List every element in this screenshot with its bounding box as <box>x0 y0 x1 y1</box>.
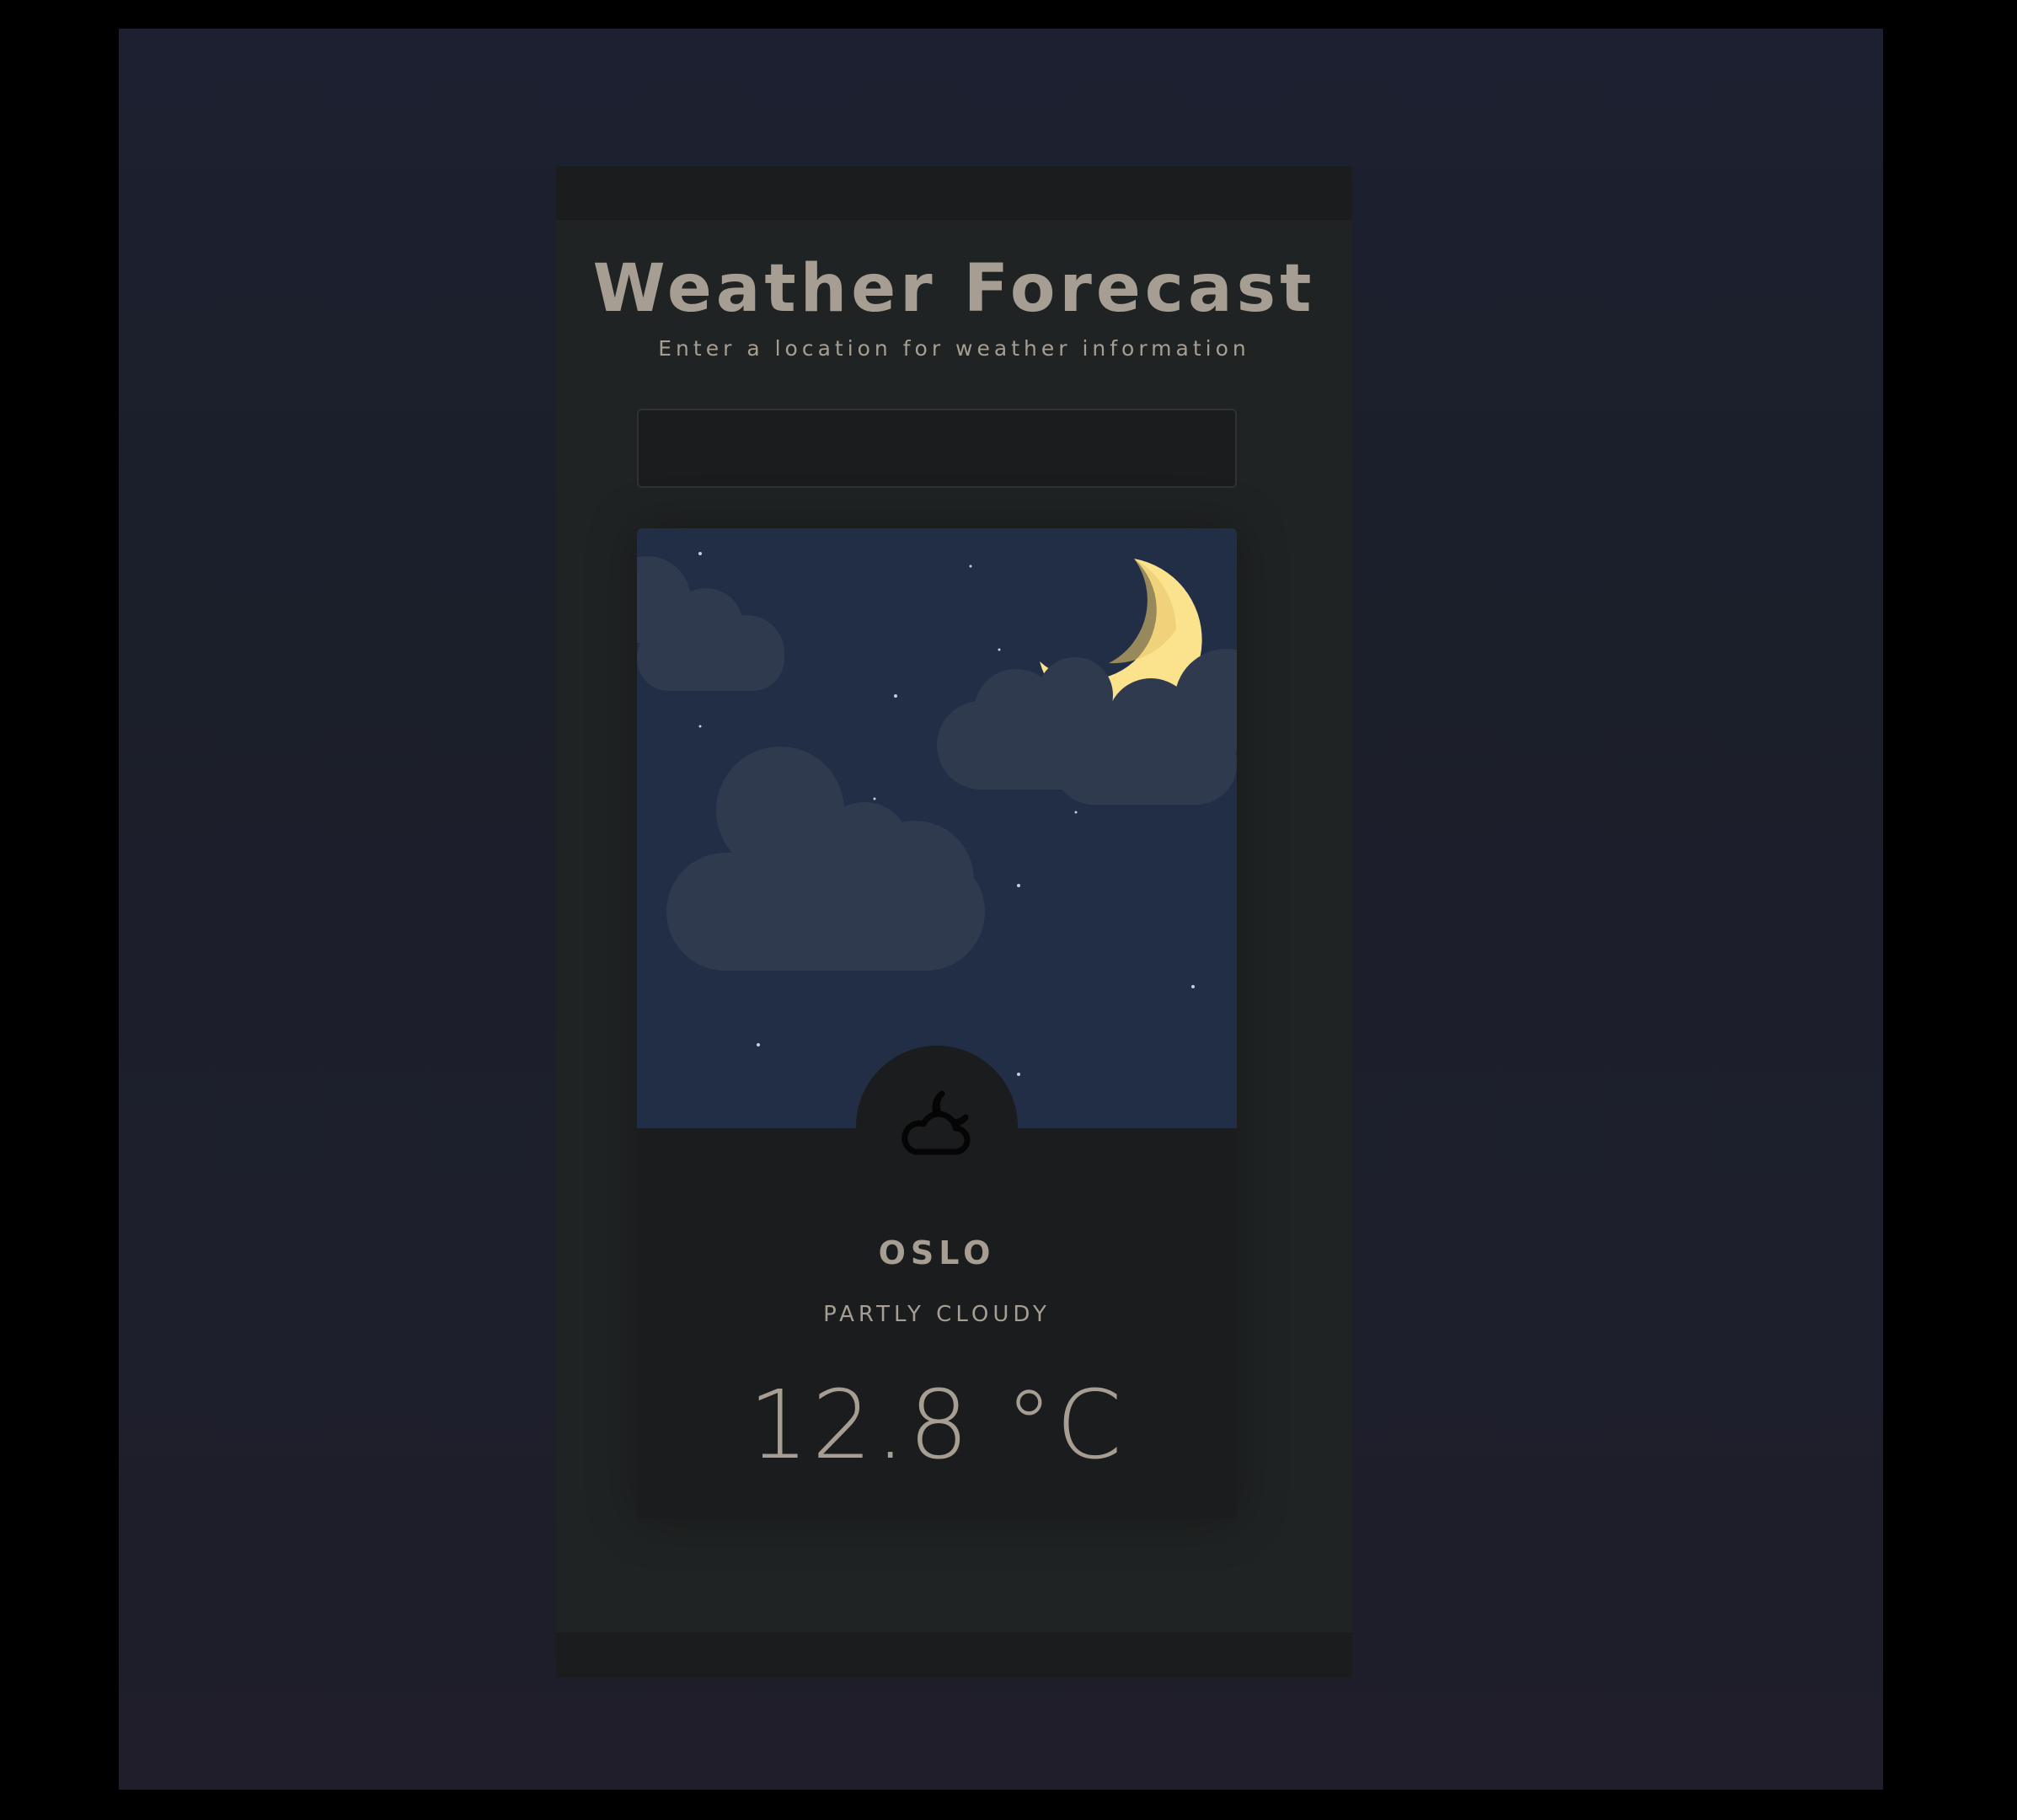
top-bar <box>556 166 1352 220</box>
moon-cloud-icon <box>901 1090 971 1155</box>
weather-condition: PARTLY CLOUDY <box>823 1302 1051 1327</box>
city-name: OSLO <box>878 1234 996 1271</box>
weather-card: OSLO PARTLY CLOUDY 12.8 °C <box>637 528 1237 1518</box>
page-title: Weather Forecast <box>592 251 1316 327</box>
location-input[interactable] <box>637 409 1237 488</box>
temperature-readout: 12.8 °C <box>748 1371 1126 1480</box>
cloud-large <box>666 747 985 971</box>
bottom-bar <box>556 1632 1352 1678</box>
cloud-right <box>937 649 1237 805</box>
cloud-top-left <box>637 556 784 691</box>
page-background: Weather Forecast Enter a location for we… <box>119 29 1883 1790</box>
weather-app-panel: Weather Forecast Enter a location for we… <box>556 166 1352 1678</box>
night-sky-scene <box>637 528 1237 1128</box>
weather-icon-badge <box>856 1046 1018 1207</box>
location-input-label: Enter a location for weather information <box>658 336 1250 361</box>
